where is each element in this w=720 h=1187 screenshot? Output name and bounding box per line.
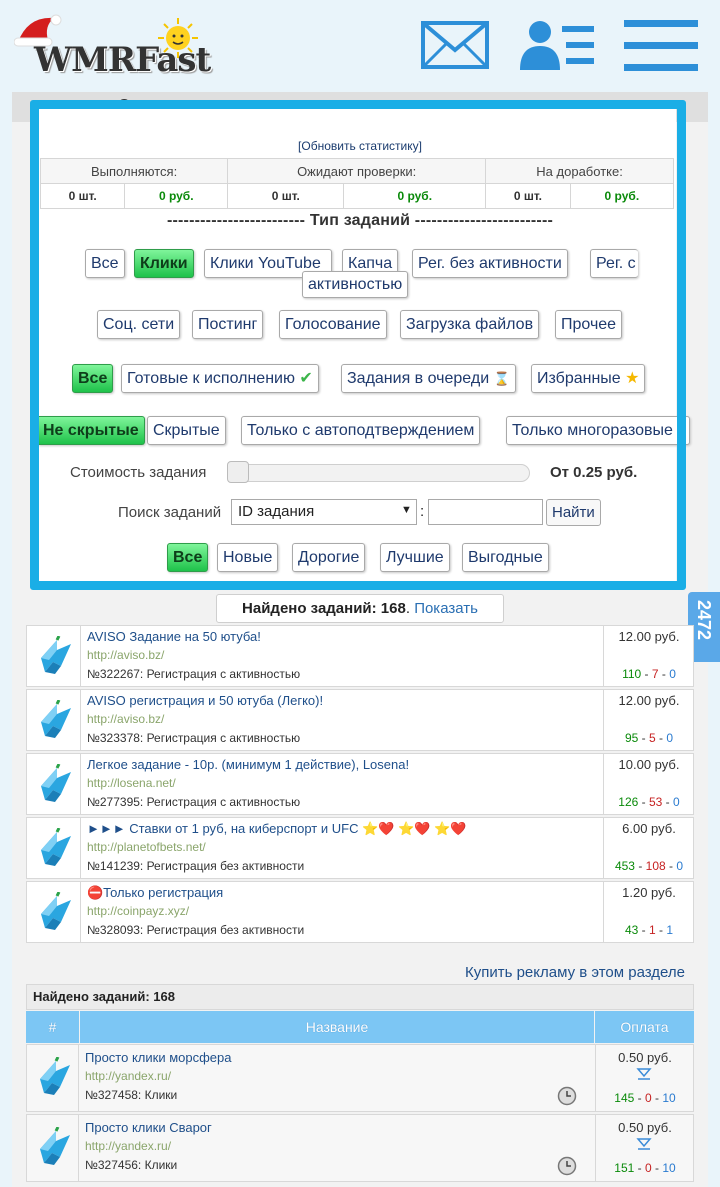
task-price-cell: 10.00 руб. 126 - 53 - 0 (603, 754, 693, 814)
task-url: http://yandex.ru/ (85, 1139, 172, 1153)
counter-pending: 1 (666, 923, 674, 937)
task-price-cell: 0.50 руб. 145 - 0 - 10 (595, 1045, 693, 1111)
task-icon (27, 882, 81, 942)
task-url: http://planetofbets.net/ (87, 840, 206, 854)
task-counters: 151 - 0 - 10 (614, 1161, 676, 1175)
counter-done: 126 (618, 795, 639, 809)
task-price: 0.50 руб. (618, 1050, 672, 1065)
task-icon (27, 626, 81, 686)
chevron-down-icon[interactable] (636, 1067, 652, 1083)
task-price: 1.20 руб. (622, 885, 676, 900)
counter-pending: 0 (673, 795, 680, 809)
counter-rejected: 53 (648, 795, 663, 809)
mail-icon[interactable] (420, 20, 490, 70)
counter-done: 95 (624, 731, 639, 745)
counter-rejected: 5 (648, 731, 656, 745)
column-header-num: # (26, 1011, 79, 1043)
task-title[interactable]: AVISO регистрация и 50 ютуба (Легко)! (87, 693, 323, 708)
task-price: 0.50 руб. (618, 1120, 672, 1135)
task-counters: 110 - 7 - 0 (622, 667, 676, 681)
task-counters: 145 - 0 - 10 (614, 1091, 676, 1105)
task-row[interactable]: AVISO регистрация и 50 ютуба (Легко)! ht… (26, 689, 694, 751)
column-header-title: Название (80, 1011, 594, 1043)
task-url: http://aviso.bz/ (87, 712, 165, 726)
profile-list-icon[interactable] (520, 20, 596, 72)
highlight-frame (30, 100, 686, 590)
counter-pending: 0 (666, 731, 674, 745)
counter-rejected: 0 (644, 1161, 652, 1175)
task-title[interactable]: ⛔Только регистрация (87, 885, 223, 901)
task-row[interactable]: Легкое задание - 10р. (минимум 1 действи… (26, 753, 694, 815)
counter-rejected: 7 (651, 667, 659, 681)
counter-done: 145 (614, 1091, 635, 1105)
app-header: WMRFast (0, 0, 720, 92)
task-row[interactable]: AVISO Задание на 50 ютуба! http://aviso.… (26, 625, 694, 687)
task-title[interactable]: Легкое задание - 10р. (минимум 1 действи… (87, 757, 409, 772)
column-header-payment: Оплата (595, 1011, 694, 1043)
task-title[interactable]: ►►► Ставки от 1 руб, на киберспорт и UFC… (87, 821, 466, 837)
task-price-cell: 1.20 руб. 43 - 1 - 1 (603, 882, 693, 942)
show-link[interactable]: Показать (414, 600, 478, 617)
task-row[interactable]: ►►► Ставки от 1 руб, на киберспорт и UFC… (26, 817, 694, 879)
counter-done: 151 (614, 1161, 635, 1175)
task-icon (27, 818, 81, 878)
task-price-cell: 6.00 руб. 453 - 108 - 0 (603, 818, 693, 878)
counter-done: 453 (614, 859, 635, 873)
counter-rejected: 108 (645, 859, 666, 873)
task-price: 12.00 руб. (618, 693, 680, 708)
task-id: №323378: Регистрация с активностью (87, 731, 301, 745)
counter-done: 110 (622, 667, 642, 681)
counter-pending: 10 (662, 1161, 676, 1175)
counter-rejected: 1 (648, 923, 656, 937)
task-id: №328093: Регистрация без активности (87, 923, 305, 937)
task-title[interactable]: Просто клики Сварог (85, 1120, 212, 1135)
side-counter-value: 2472 (694, 600, 714, 641)
counter-pending: 0 (669, 667, 676, 681)
task-icon (27, 1115, 79, 1181)
task-icon (27, 754, 81, 814)
task-counters: 95 - 5 - 0 (624, 731, 674, 745)
task-price: 10.00 руб. (618, 757, 680, 772)
task-title[interactable]: AVISO Задание на 50 ютуба! (87, 629, 261, 644)
task-id: №327456: Клики (85, 1158, 178, 1172)
menu-icon[interactable] (624, 20, 700, 74)
chevron-down-icon[interactable] (636, 1137, 652, 1153)
site-logo[interactable]: WMRFast (14, 12, 214, 80)
table-header: # Название Оплата (26, 1011, 694, 1043)
counter-pending: 0 (676, 859, 684, 873)
task-price: 12.00 руб. (618, 629, 680, 644)
task-row[interactable]: Просто клики морсфера http://yandex.ru/ … (26, 1044, 694, 1112)
found-sep: . (405, 600, 415, 617)
found-count-bar: Найдено заданий: 168 (26, 984, 694, 1010)
counter-rejected: 0 (644, 1091, 652, 1105)
task-counters: 453 - 108 - 0 (614, 859, 684, 873)
task-title[interactable]: Просто клики морсфера (85, 1050, 231, 1065)
task-url: http://aviso.bz/ (87, 648, 165, 662)
found-tasks-box: Найдено заданий: 168. Показать (216, 594, 504, 623)
counter-done: 43 (624, 923, 639, 937)
task-row[interactable]: Просто клики Сварог http://yandex.ru/ №3… (26, 1114, 694, 1182)
task-id: №141239: Регистрация без активности (87, 859, 305, 873)
clock-icon (557, 1156, 577, 1176)
task-counters: 126 - 53 - 0 (618, 795, 680, 809)
buy-ad-link[interactable]: Купить рекламу в этом разделе (465, 964, 685, 981)
task-price: 6.00 руб. (622, 821, 676, 836)
task-icon (27, 1045, 79, 1111)
task-url: http://losena.net/ (87, 776, 176, 790)
task-url: http://coinpayz.xyz/ (87, 904, 190, 918)
task-row[interactable]: ⛔Только регистрация http://coinpayz.xyz/… (26, 881, 694, 943)
task-icon (27, 690, 81, 750)
counter-pending: 10 (662, 1091, 676, 1105)
task-url: http://yandex.ru/ (85, 1069, 172, 1083)
clock-icon (557, 1086, 577, 1106)
task-id: №277395: Регистрация с активностью (87, 795, 301, 809)
logo-text: WMRFast (34, 40, 211, 80)
task-price-cell: 12.00 руб. 95 - 5 - 0 (603, 690, 693, 750)
task-counters: 43 - 1 - 1 (624, 923, 674, 937)
task-id: №327458: Клики (85, 1088, 178, 1102)
task-id: №322267: Регистрация с активностью (87, 667, 301, 681)
task-price-cell: 0.50 руб. 151 - 0 - 10 (595, 1115, 693, 1181)
task-price-cell: 12.00 руб. 110 - 7 - 0 (603, 626, 693, 686)
found-count: Найдено заданий: 168 (242, 600, 406, 617)
